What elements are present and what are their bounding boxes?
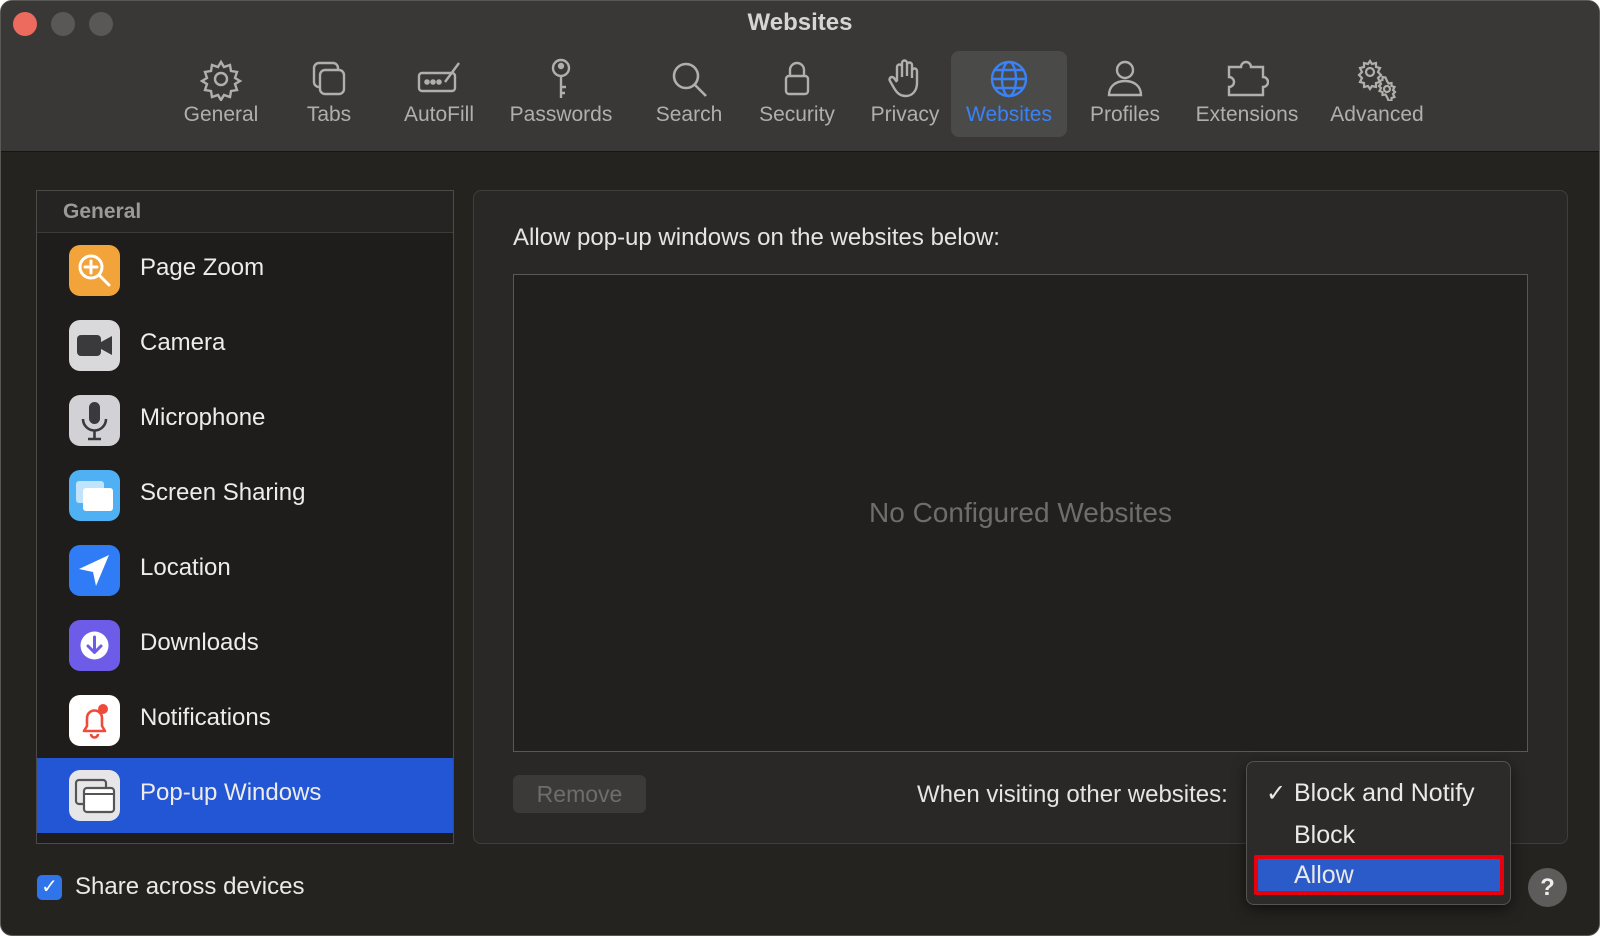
sidebar-item-label: Pop-up Windows bbox=[140, 779, 322, 806]
tab-profiles-label: Profiles bbox=[1089, 103, 1161, 126]
tab-search[interactable]: Search bbox=[641, 51, 737, 137]
tab-profiles[interactable]: Profiles bbox=[1077, 51, 1173, 137]
other-websites-label: When visiting other websites: bbox=[917, 781, 1228, 808]
tab-general[interactable]: General bbox=[171, 51, 271, 137]
menu-item-label: Block bbox=[1294, 821, 1356, 849]
tab-passwords[interactable]: Passwords bbox=[501, 51, 621, 137]
tab-websites-label: Websites bbox=[966, 103, 1052, 126]
remove-button[interactable]: Remove bbox=[513, 775, 646, 813]
tab-tabs-label: Tabs bbox=[306, 103, 352, 126]
sidebar-item-label: Notifications bbox=[140, 704, 271, 731]
sidebar-item-camera[interactable]: Camera bbox=[37, 308, 453, 383]
microphone-icon bbox=[69, 395, 120, 446]
person-icon bbox=[1107, 60, 1143, 97]
sidebar-item-label: Camera bbox=[140, 329, 226, 356]
sidebar-item-page-zoom[interactable]: Page Zoom bbox=[37, 233, 453, 308]
tab-security-label: Security bbox=[759, 103, 835, 126]
sidebar-header: General bbox=[37, 191, 453, 233]
key-icon bbox=[551, 58, 571, 98]
tabs-icon bbox=[312, 61, 346, 96]
tab-websites[interactable]: Websites bbox=[951, 51, 1067, 137]
sidebar-item-notifications[interactable]: Notifications bbox=[37, 683, 453, 758]
tab-extensions-label: Extensions bbox=[1195, 103, 1299, 126]
menu-item-label: Allow bbox=[1294, 861, 1354, 889]
puzzle-icon bbox=[1227, 60, 1269, 97]
content-panel: Allow pop-up windows on the websites bel… bbox=[473, 190, 1568, 844]
tab-autofill[interactable]: AutoFill bbox=[391, 51, 487, 137]
popup-policy-menu: ✓ Block and Notify Block Allow bbox=[1246, 761, 1511, 905]
tab-autofill-label: AutoFill bbox=[403, 103, 475, 126]
tab-privacy[interactable]: Privacy bbox=[857, 51, 953, 137]
window-title: Websites bbox=[747, 9, 853, 36]
tab-search-label: Search bbox=[655, 103, 723, 126]
sidebar-item-location[interactable]: Location bbox=[37, 533, 453, 608]
preferences-window: Websites General Tabs AutoFill Passwords… bbox=[0, 0, 1600, 936]
hand-icon bbox=[888, 59, 919, 98]
downloads-icon bbox=[69, 620, 120, 671]
lock-icon bbox=[784, 61, 810, 96]
camera-icon bbox=[69, 320, 120, 371]
share-checkbox[interactable]: ✓ bbox=[37, 875, 62, 900]
sidebar-item-label: Microphone bbox=[140, 404, 266, 431]
toolbar: Websites General Tabs AutoFill Passwords… bbox=[1, 1, 1599, 152]
location-icon bbox=[69, 545, 120, 596]
content-heading: Allow pop-up windows on the websites bel… bbox=[513, 224, 1000, 251]
tab-advanced[interactable]: Advanced bbox=[1317, 51, 1437, 137]
share-label: Share across devices bbox=[75, 873, 305, 900]
sidebar-item-popup-windows[interactable]: Pop-up Windows bbox=[37, 758, 453, 833]
gears-icon bbox=[1357, 59, 1397, 101]
page-zoom-icon bbox=[69, 245, 120, 296]
sidebar-item-label: Location bbox=[140, 554, 231, 581]
tab-tabs[interactable]: Tabs bbox=[291, 51, 367, 137]
menu-item-label: Block and Notify bbox=[1294, 779, 1475, 807]
gear-icon bbox=[199, 59, 243, 101]
autofill-icon bbox=[417, 62, 460, 93]
sidebar-item-microphone[interactable]: Microphone bbox=[37, 383, 453, 458]
sidebar-item-label: Screen Sharing bbox=[140, 479, 306, 506]
popup-windows-icon bbox=[69, 770, 120, 821]
menu-item-allow[interactable]: Allow bbox=[1254, 855, 1504, 895]
menu-item-block[interactable]: Block bbox=[1254, 815, 1504, 855]
screen-sharing-icon bbox=[69, 470, 120, 521]
empty-list-message: No Configured Websites bbox=[869, 497, 1172, 528]
sidebar-item-screen-sharing[interactable]: Screen Sharing bbox=[37, 458, 453, 533]
tab-extensions[interactable]: Extensions bbox=[1181, 51, 1313, 137]
tab-security[interactable]: Security bbox=[747, 51, 847, 137]
sidebar-item-label: Page Zoom bbox=[140, 254, 265, 281]
tab-privacy-label: Privacy bbox=[870, 103, 940, 126]
checkmark-icon: ✓ bbox=[1266, 780, 1287, 807]
sidebar-item-downloads[interactable]: Downloads bbox=[37, 608, 453, 683]
tab-passwords-label: Passwords bbox=[509, 103, 613, 126]
globe-icon bbox=[990, 60, 1028, 98]
search-icon bbox=[672, 62, 707, 97]
menu-item-block-and-notify[interactable]: ✓ Block and Notify bbox=[1254, 773, 1504, 813]
notifications-icon bbox=[69, 695, 120, 746]
help-button[interactable]: ? bbox=[1528, 868, 1567, 907]
sidebar: General Page Zoom Camera Microphone Scre… bbox=[36, 190, 454, 844]
website-list[interactable]: No Configured Websites bbox=[513, 274, 1528, 752]
tab-general-label: General bbox=[183, 103, 259, 126]
sidebar-item-label: Downloads bbox=[140, 629, 259, 656]
tab-advanced-label: Advanced bbox=[1330, 103, 1424, 126]
